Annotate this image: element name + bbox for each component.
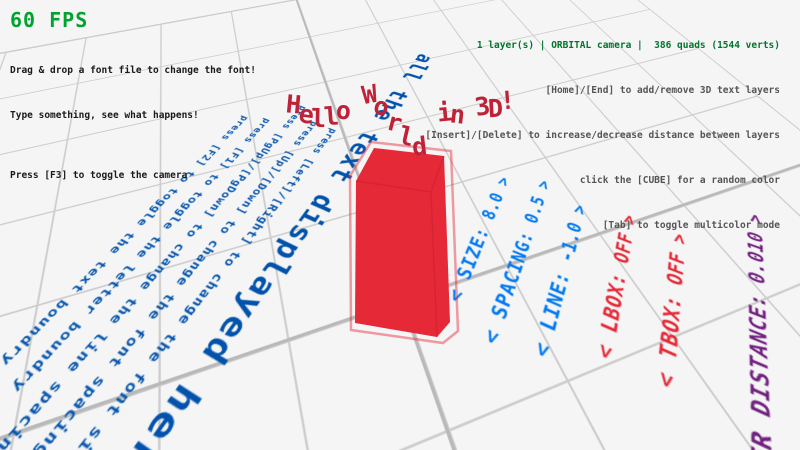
key-help-line: [Insert]/[Delete] to increase/decrease d…	[425, 128, 780, 143]
fps-counter: 60 FPS	[10, 8, 88, 32]
instructions-block: Drag & drop a font file to change the fo…	[10, 33, 256, 213]
status-block: 1 layer(s) | ORBITAL camera | 386 quads …	[425, 8, 780, 263]
instruction-line: Type something, see what happens!	[10, 108, 256, 123]
status-line: 1 layer(s) | ORBITAL camera | 386 quads …	[425, 38, 780, 53]
key-help-line: [Tab] to toggle multicolor mode	[425, 218, 780, 233]
raylib-3d-text-demo-window: press [F2] to toggle the text boundrypre…	[0, 0, 800, 450]
instruction-line: Press [F3] to toggle the camera	[10, 168, 256, 183]
key-help-line: click the [CUBE] for a random color	[425, 173, 780, 188]
key-help-line: [Home]/[End] to add/remove 3D text layer…	[425, 83, 780, 98]
instruction-line: Drag & drop a font file to change the fo…	[10, 63, 256, 78]
